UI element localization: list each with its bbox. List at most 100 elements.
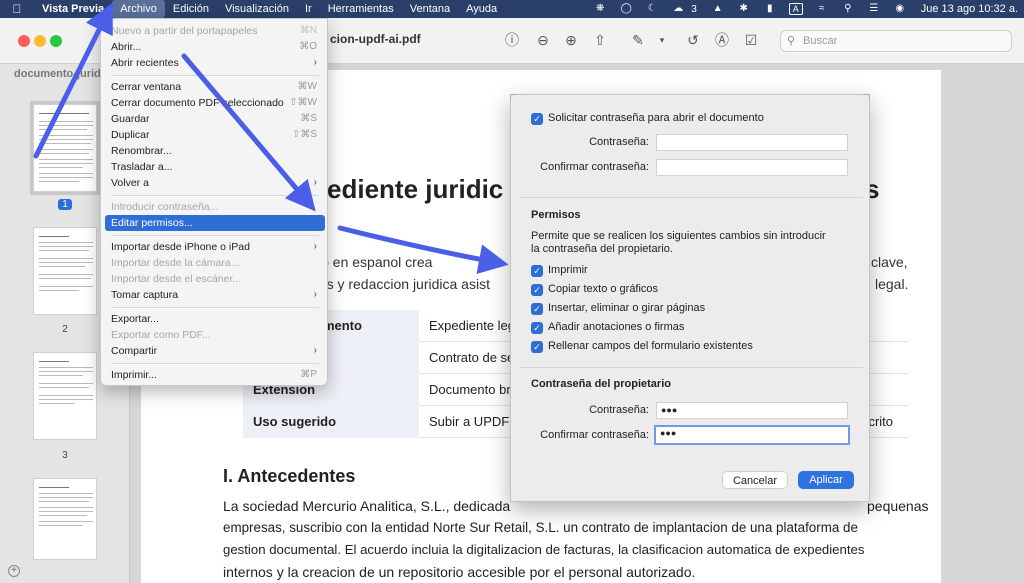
table-value: Subir a UPDF A <box>429 414 521 429</box>
menu-item-share[interactable]: Compartir › <box>105 343 325 359</box>
updf-icon[interactable]: ▲ <box>711 3 725 15</box>
owner-confirm-password-label: Confirmar contraseña: <box>540 429 649 441</box>
close-window-button[interactable] <box>18 35 30 47</box>
owner-confirm-password-field[interactable]: ●●● <box>654 425 850 445</box>
cloud-icon[interactable]: ☁ <box>671 3 685 15</box>
intro-line-2-end: legal. <box>875 276 909 292</box>
input-source-icon[interactable]: A <box>788 3 803 15</box>
open-confirm-password-field[interactable] <box>656 159 848 176</box>
menu-item-save[interactable]: Guardar ⌘S <box>105 111 325 127</box>
moon-icon[interactable]: ☾ <box>645 3 659 15</box>
owner-password-heading: Contraseña del propietario <box>531 378 671 390</box>
intro-line-1-end: clave, <box>871 254 908 270</box>
open-password-field[interactable] <box>656 134 848 151</box>
rotate-icon[interactable]: ↺ <box>683 30 703 50</box>
bluetooth-icon[interactable]: ✱ <box>737 3 751 15</box>
menu-archivo[interactable]: Archivo <box>112 0 165 18</box>
menu-item-close-window[interactable]: Cerrar ventana ⌘W <box>105 79 325 95</box>
chevron-right-icon: › <box>313 57 317 68</box>
menu-item-import-scanner[interactable]: Importar desde el escáner... <box>105 271 325 287</box>
zoom-window-button[interactable] <box>50 35 62 47</box>
menu-clock[interactable]: Jue 13 ago 10:32 a. <box>913 3 1024 15</box>
menu-item-open[interactable]: Abrir... ⌘O <box>105 39 325 55</box>
page-thumbnail-3[interactable] <box>33 352 97 440</box>
control-center-icon[interactable]: ☰ <box>867 3 881 15</box>
info-icon[interactable]: ⓘ <box>502 30 522 50</box>
cancel-button[interactable]: Cancelar <box>722 471 788 489</box>
permission-pages-label: Insertar, eliminar o girar páginas <box>548 302 706 314</box>
siri-icon[interactable]: ◉ <box>893 3 907 15</box>
menu-item-revert-to[interactable]: Volver a › <box>105 175 325 191</box>
apple-menu-icon[interactable]:  <box>0 2 34 16</box>
table-value-end: crito <box>868 414 893 429</box>
zoom-in-icon[interactable]: ⊕ <box>561 30 581 50</box>
menu-visualizacion[interactable]: Visualización <box>217 0 297 18</box>
menu-item-import-iphone[interactable]: Importar desde iPhone o iPad › <box>105 239 325 255</box>
menu-item-open-recent[interactable]: Abrir recientes › <box>105 55 325 71</box>
body-line-2: empresas, suscribio con la entidad Norte… <box>223 520 858 535</box>
chevron-right-icon: › <box>313 241 317 252</box>
minimize-window-button[interactable] <box>34 35 46 47</box>
menu-item-enter-password[interactable]: Introducir contraseña... <box>105 199 325 215</box>
permissions-description-line-1: Permite que se realicen los siguientes c… <box>531 230 826 242</box>
permission-pages-checkbox[interactable]: ✓ <box>531 303 543 315</box>
menu-item-take-screenshot[interactable]: Tomar captura › <box>105 287 325 303</box>
markup-pen-icon[interactable]: ✎ <box>628 30 648 50</box>
share-icon[interactable]: ⇧ <box>590 30 610 50</box>
menu-ayuda[interactable]: Ayuda <box>458 0 505 18</box>
page-heading: ediente juridic <box>327 174 504 204</box>
markup-dropdown-icon[interactable]: ▾ <box>652 30 672 50</box>
menu-app-name[interactable]: Vista Previa <box>34 0 112 18</box>
form-fill-icon[interactable]: ☑ <box>741 30 761 50</box>
menu-edicion[interactable]: Edición <box>165 0 217 18</box>
menu-item-print[interactable]: Imprimir... ⌘P <box>105 367 325 383</box>
menu-herramientas[interactable]: Herramientas <box>320 0 402 18</box>
menu-item-move-to[interactable]: Trasladar a... <box>105 159 325 175</box>
permission-copy-checkbox[interactable]: ✓ <box>531 284 543 296</box>
menu-item-rename[interactable]: Renombrar... <box>105 143 325 159</box>
permission-copy-label: Copiar texto o gráficos <box>548 283 659 295</box>
menu-ventana[interactable]: Ventana <box>402 0 458 18</box>
status-area: ❋ ◯ ☾ ☁ 3 ▲ ✱ ▮ A ≈ ⚲ ☰ ◉ Jue 13 ago 10:… <box>587 0 1024 18</box>
intro-line-1: cio en espanol crea <box>311 254 433 270</box>
permissions-heading: Permisos <box>531 209 581 221</box>
add-icon[interactable]: + <box>8 565 20 577</box>
require-open-password-checkbox[interactable]: ✓ <box>531 113 543 125</box>
menu-item-export-pdf[interactable]: Exportar como PDF... <box>105 327 325 343</box>
openai-icon[interactable]: ❋ <box>593 3 607 15</box>
page-thumbnail-4[interactable] <box>33 478 97 560</box>
chevron-right-icon: › <box>313 177 317 188</box>
page-number-1[interactable]: 1 <box>58 199 72 210</box>
search-field-icon: ⚲ <box>787 35 796 47</box>
edit-permissions-sheet: ✓ Solicitar contraseña para abrir el doc… <box>510 94 870 502</box>
battery-icon[interactable]: ▮ <box>763 3 777 15</box>
menu-ir[interactable]: Ir <box>297 0 320 18</box>
menu-item-export[interactable]: Exportar... <box>105 311 325 327</box>
body-line-1: La sociedad Mercurio Analitica, S.L., de… <box>223 498 511 514</box>
permission-annotations-checkbox[interactable]: ✓ <box>531 322 543 334</box>
permission-forms-checkbox[interactable]: ✓ <box>531 341 543 353</box>
permission-print-checkbox[interactable]: ✓ <box>531 265 543 277</box>
search-icon[interactable]: ⚲ <box>841 3 855 15</box>
search-input[interactable]: ⚲ Buscar <box>780 30 1012 52</box>
wifi-icon[interactable]: ≈ <box>815 3 829 15</box>
permissions-description-line-2: la contraseña del propietario. <box>531 243 673 255</box>
owner-password-field[interactable]: ●●● <box>656 402 848 419</box>
table-value: Documento bre <box>429 382 518 397</box>
menu-item-edit-permissions[interactable]: Editar permisos... <box>105 215 325 231</box>
menu-item-import-camera[interactable]: Importar desde la cámara... <box>105 255 325 271</box>
menu-item-new-from-clipboard[interactable]: Nuevo a partir del portapapeles ⌘N <box>105 23 325 39</box>
menu-item-duplicate[interactable]: Duplicar ⇧⌘S <box>105 127 325 143</box>
zoom-out-icon[interactable]: ⊖ <box>533 30 553 50</box>
owner-password-label: Contraseña: <box>589 404 649 416</box>
table-value: Contrato de se <box>429 350 515 365</box>
require-open-password-label: Solicitar contraseña para abrir el docum… <box>548 112 764 124</box>
page-thumbnail-1[interactable] <box>30 101 100 195</box>
markup-toolbar-icon[interactable]: Ⓐ <box>712 30 732 50</box>
page-number-3[interactable]: 3 <box>58 450 72 461</box>
apply-button[interactable]: Aplicar <box>798 471 854 489</box>
page-thumbnail-2[interactable] <box>33 227 97 315</box>
page-number-2[interactable]: 2 <box>58 324 72 335</box>
menu-item-close-pdf[interactable]: Cerrar documento PDF seleccionado ⇧⌘W <box>105 95 325 111</box>
shield-icon[interactable]: ◯ <box>619 3 633 15</box>
